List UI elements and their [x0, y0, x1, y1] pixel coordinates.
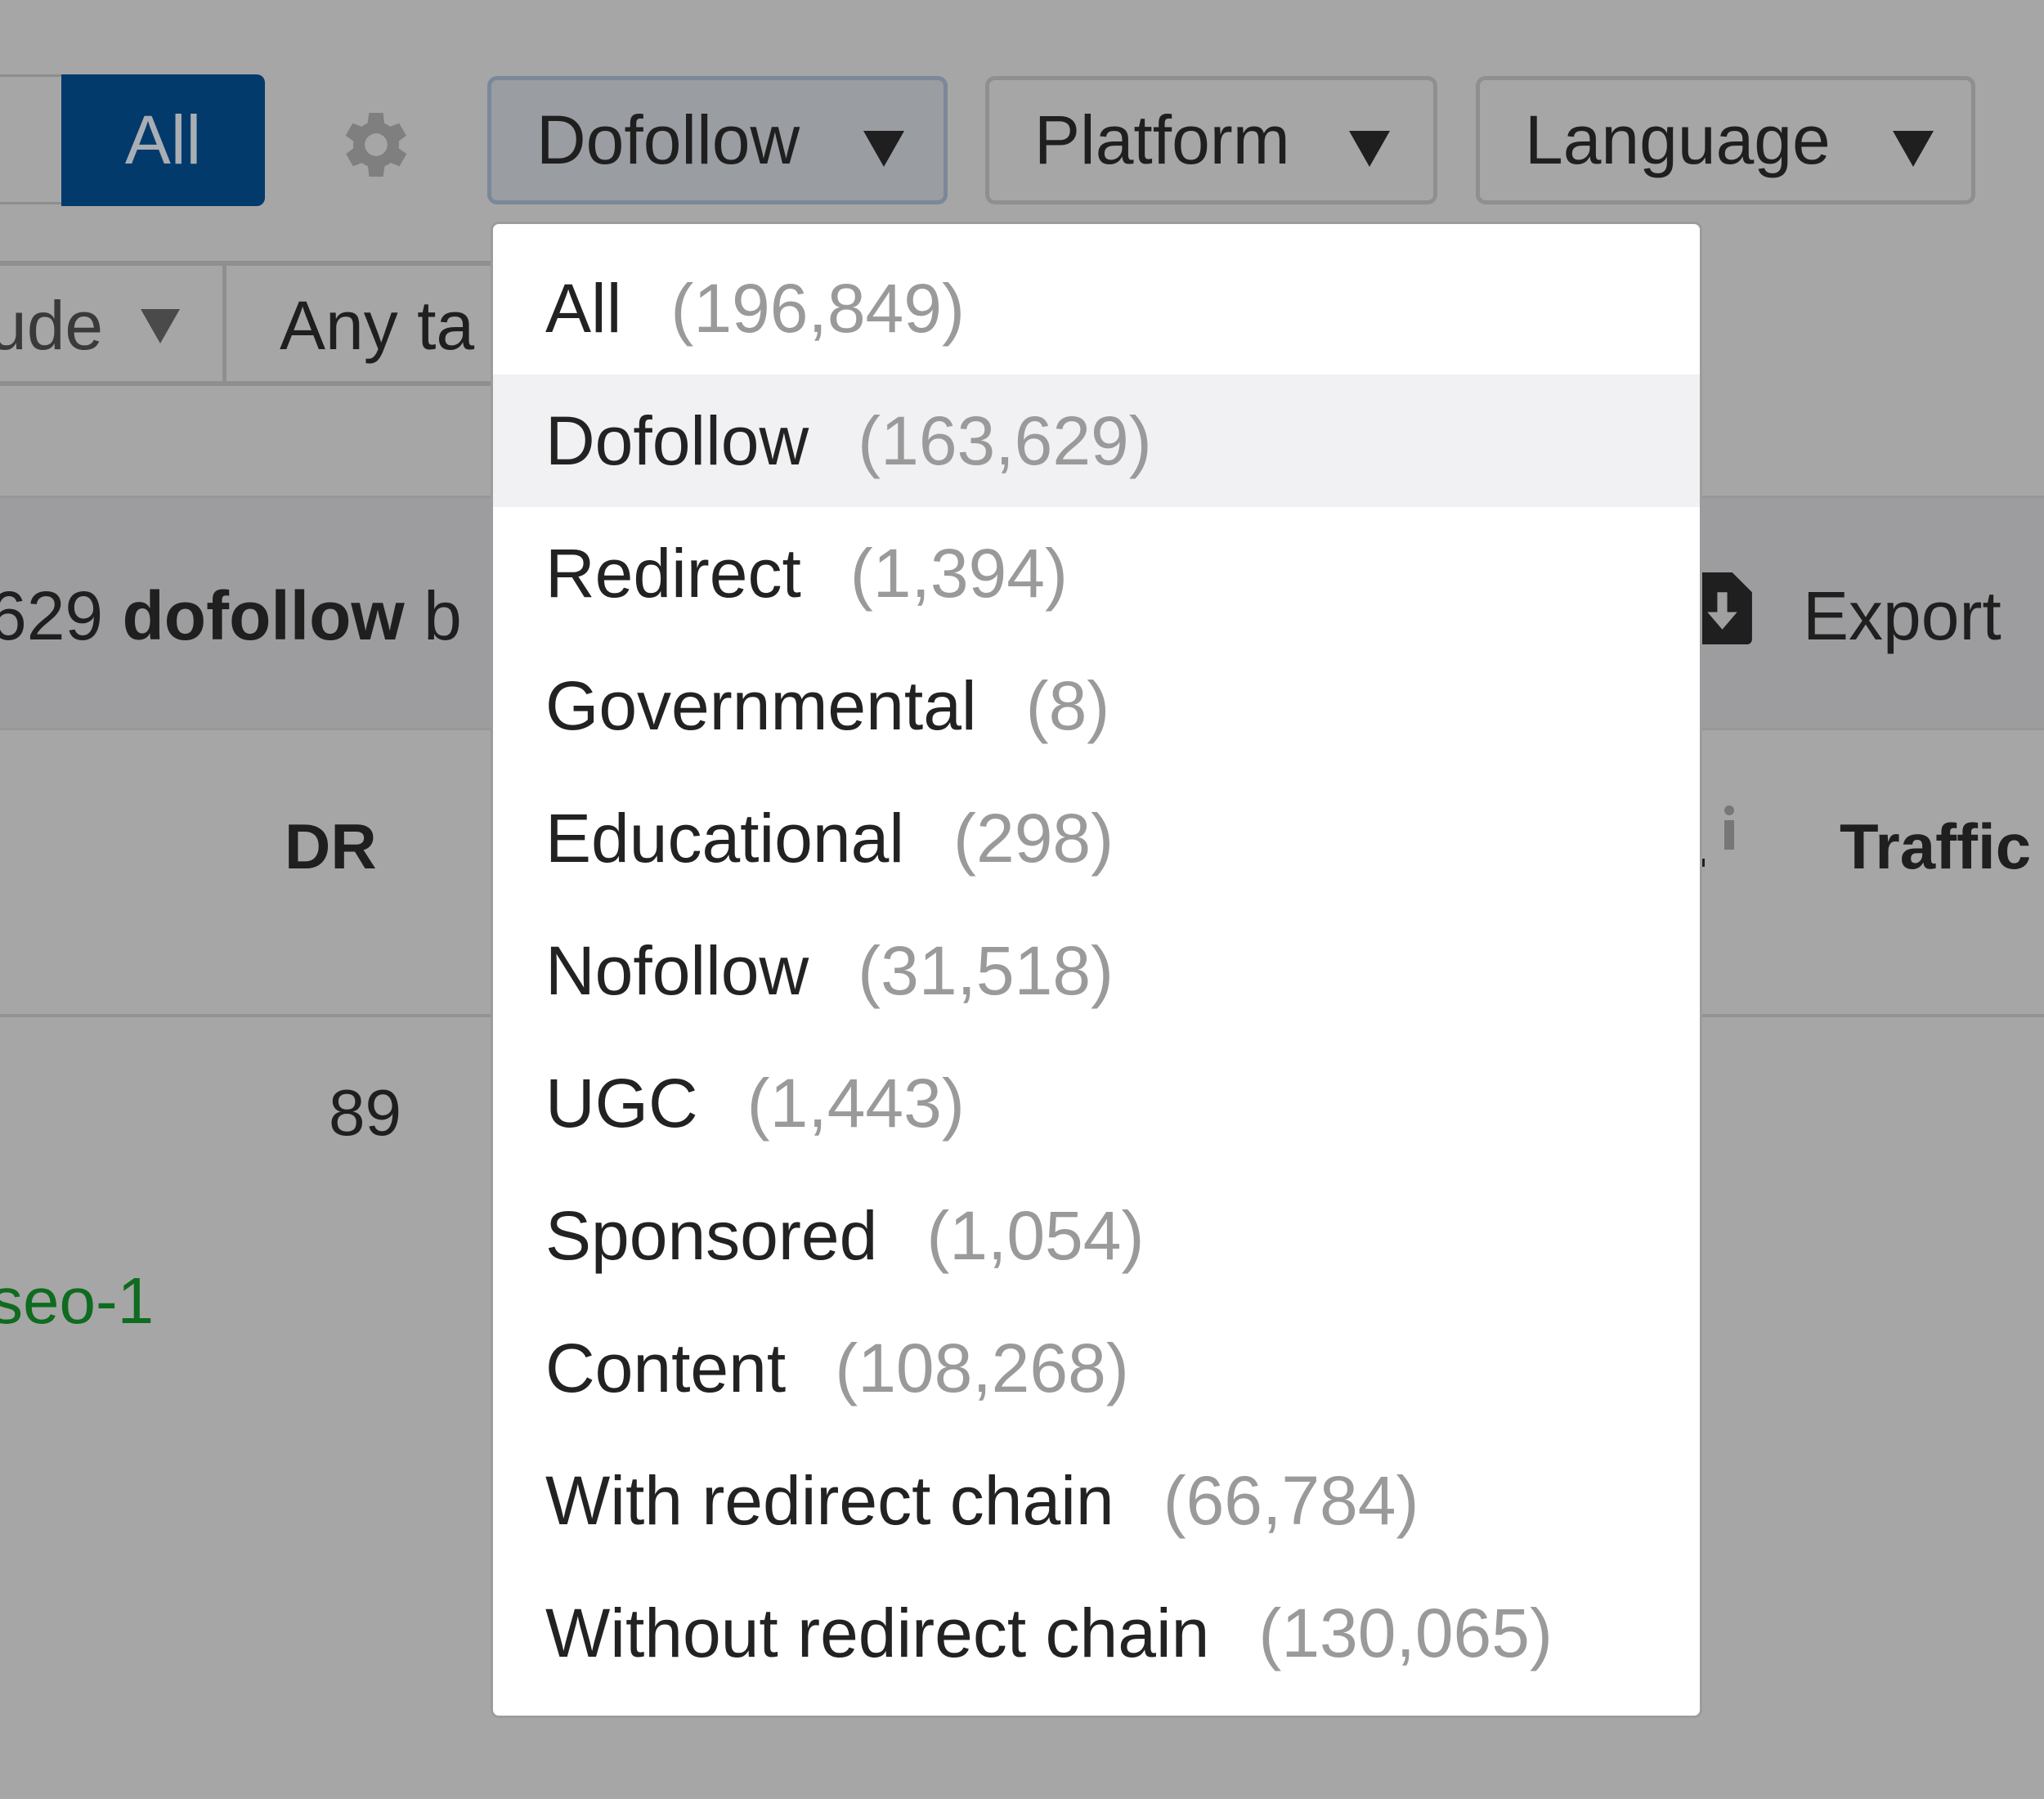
option-count: (1,443) [746, 1064, 965, 1142]
option-label: Redirect [545, 534, 801, 612]
dropdown-options: All (196,849) Dofollow (163,629) Redirect (1,… [493, 242, 1700, 1699]
option-label: Sponsored [545, 1196, 878, 1274]
option-label: Governmental [545, 666, 977, 744]
option-count: (298) [953, 799, 1114, 877]
segmented-control-left-part[interactable] [0, 74, 65, 204]
target-select-label[interactable]: Any ta [280, 286, 474, 366]
column-header-dr[interactable]: DR [285, 810, 377, 884]
referring-page-link[interactable]: seo-1 [0, 1263, 154, 1339]
language-filter-label: Language [1525, 101, 1831, 178]
caret-down-icon [1349, 131, 1390, 167]
language-filter-button[interactable]: Language [1476, 76, 1975, 204]
option-label: Educational [545, 799, 904, 877]
option-count: (196,849) [670, 269, 965, 347]
table-cell-dr: 89 [329, 1076, 401, 1149]
dropdown-option-ugc[interactable]: UGC (1,443) [493, 1037, 1700, 1169]
dropdown-option-without-redirect-chain[interactable]: Without redirect chain (130,065) [493, 1567, 1700, 1699]
platform-filter-button[interactable]: Platform [985, 76, 1437, 204]
option-count: (108,268) [835, 1329, 1129, 1406]
option-label: Nofollow [545, 931, 809, 1009]
dropdown-option-sponsored[interactable]: Sponsored (1,054) [493, 1169, 1700, 1302]
export-button[interactable]: Export [1803, 576, 2001, 656]
option-count: (31,518) [858, 931, 1114, 1009]
option-count: (130,065) [1258, 1594, 1553, 1671]
dropdown-option-nofollow[interactable]: Nofollow (31,518) [493, 904, 1700, 1037]
link-type-dropdown-menu: All (196,849) Dofollow (163,629) Redirect (1,… [491, 222, 1702, 1718]
option-label: All [545, 269, 622, 347]
dofollow-filter-label: Dofollow [536, 101, 800, 178]
option-label: With redirect chain [545, 1461, 1114, 1539]
all-button[interactable]: All [61, 74, 265, 206]
results-trailing: b [424, 577, 462, 654]
caret-down-icon[interactable] [141, 309, 180, 343]
caret-down-icon [1893, 131, 1934, 167]
option-label: Content [545, 1329, 787, 1406]
gear-icon[interactable] [334, 102, 419, 187]
mode-select-label[interactable]: ude [0, 286, 103, 366]
caret-down-icon [863, 131, 904, 167]
dropdown-option-governmental[interactable]: Governmental (8) [493, 639, 1700, 772]
platform-filter-label: Platform [1034, 101, 1290, 178]
option-count: (163,629) [858, 402, 1152, 479]
all-button-label: All [124, 101, 202, 178]
option-count: (1,394) [849, 534, 1068, 612]
results-type: dofollow [122, 577, 405, 654]
results-count: 629 [0, 577, 104, 654]
dropdown-option-with-redirect-chain[interactable]: With redirect chain (66,784) [493, 1434, 1700, 1567]
option-label: Without redirect chain [545, 1594, 1210, 1671]
option-count: (1,054) [926, 1196, 1145, 1274]
dropdown-option-all[interactable]: All (196,849) [493, 242, 1700, 375]
dropdown-option-dofollow[interactable]: Dofollow (163,629) [493, 375, 1700, 507]
column-header-traffic[interactable]: Traffic [1840, 810, 2031, 884]
dropdown-option-redirect[interactable]: Redirect (1,394) [493, 507, 1700, 639]
option-count: (8) [1025, 666, 1110, 744]
results-summary: 629 dofollow b [0, 576, 462, 656]
filter-divider [222, 261, 226, 386]
dropdown-option-content[interactable]: Content (108,268) [493, 1302, 1700, 1434]
dropdown-option-educational[interactable]: Educational (298) [493, 772, 1700, 904]
info-icon[interactable] [1724, 805, 1735, 850]
option-count: (66,784) [1163, 1461, 1419, 1539]
dofollow-filter-button[interactable]: Dofollow [487, 76, 948, 204]
option-label: UGC [545, 1064, 698, 1142]
option-label: Dofollow [545, 402, 809, 479]
